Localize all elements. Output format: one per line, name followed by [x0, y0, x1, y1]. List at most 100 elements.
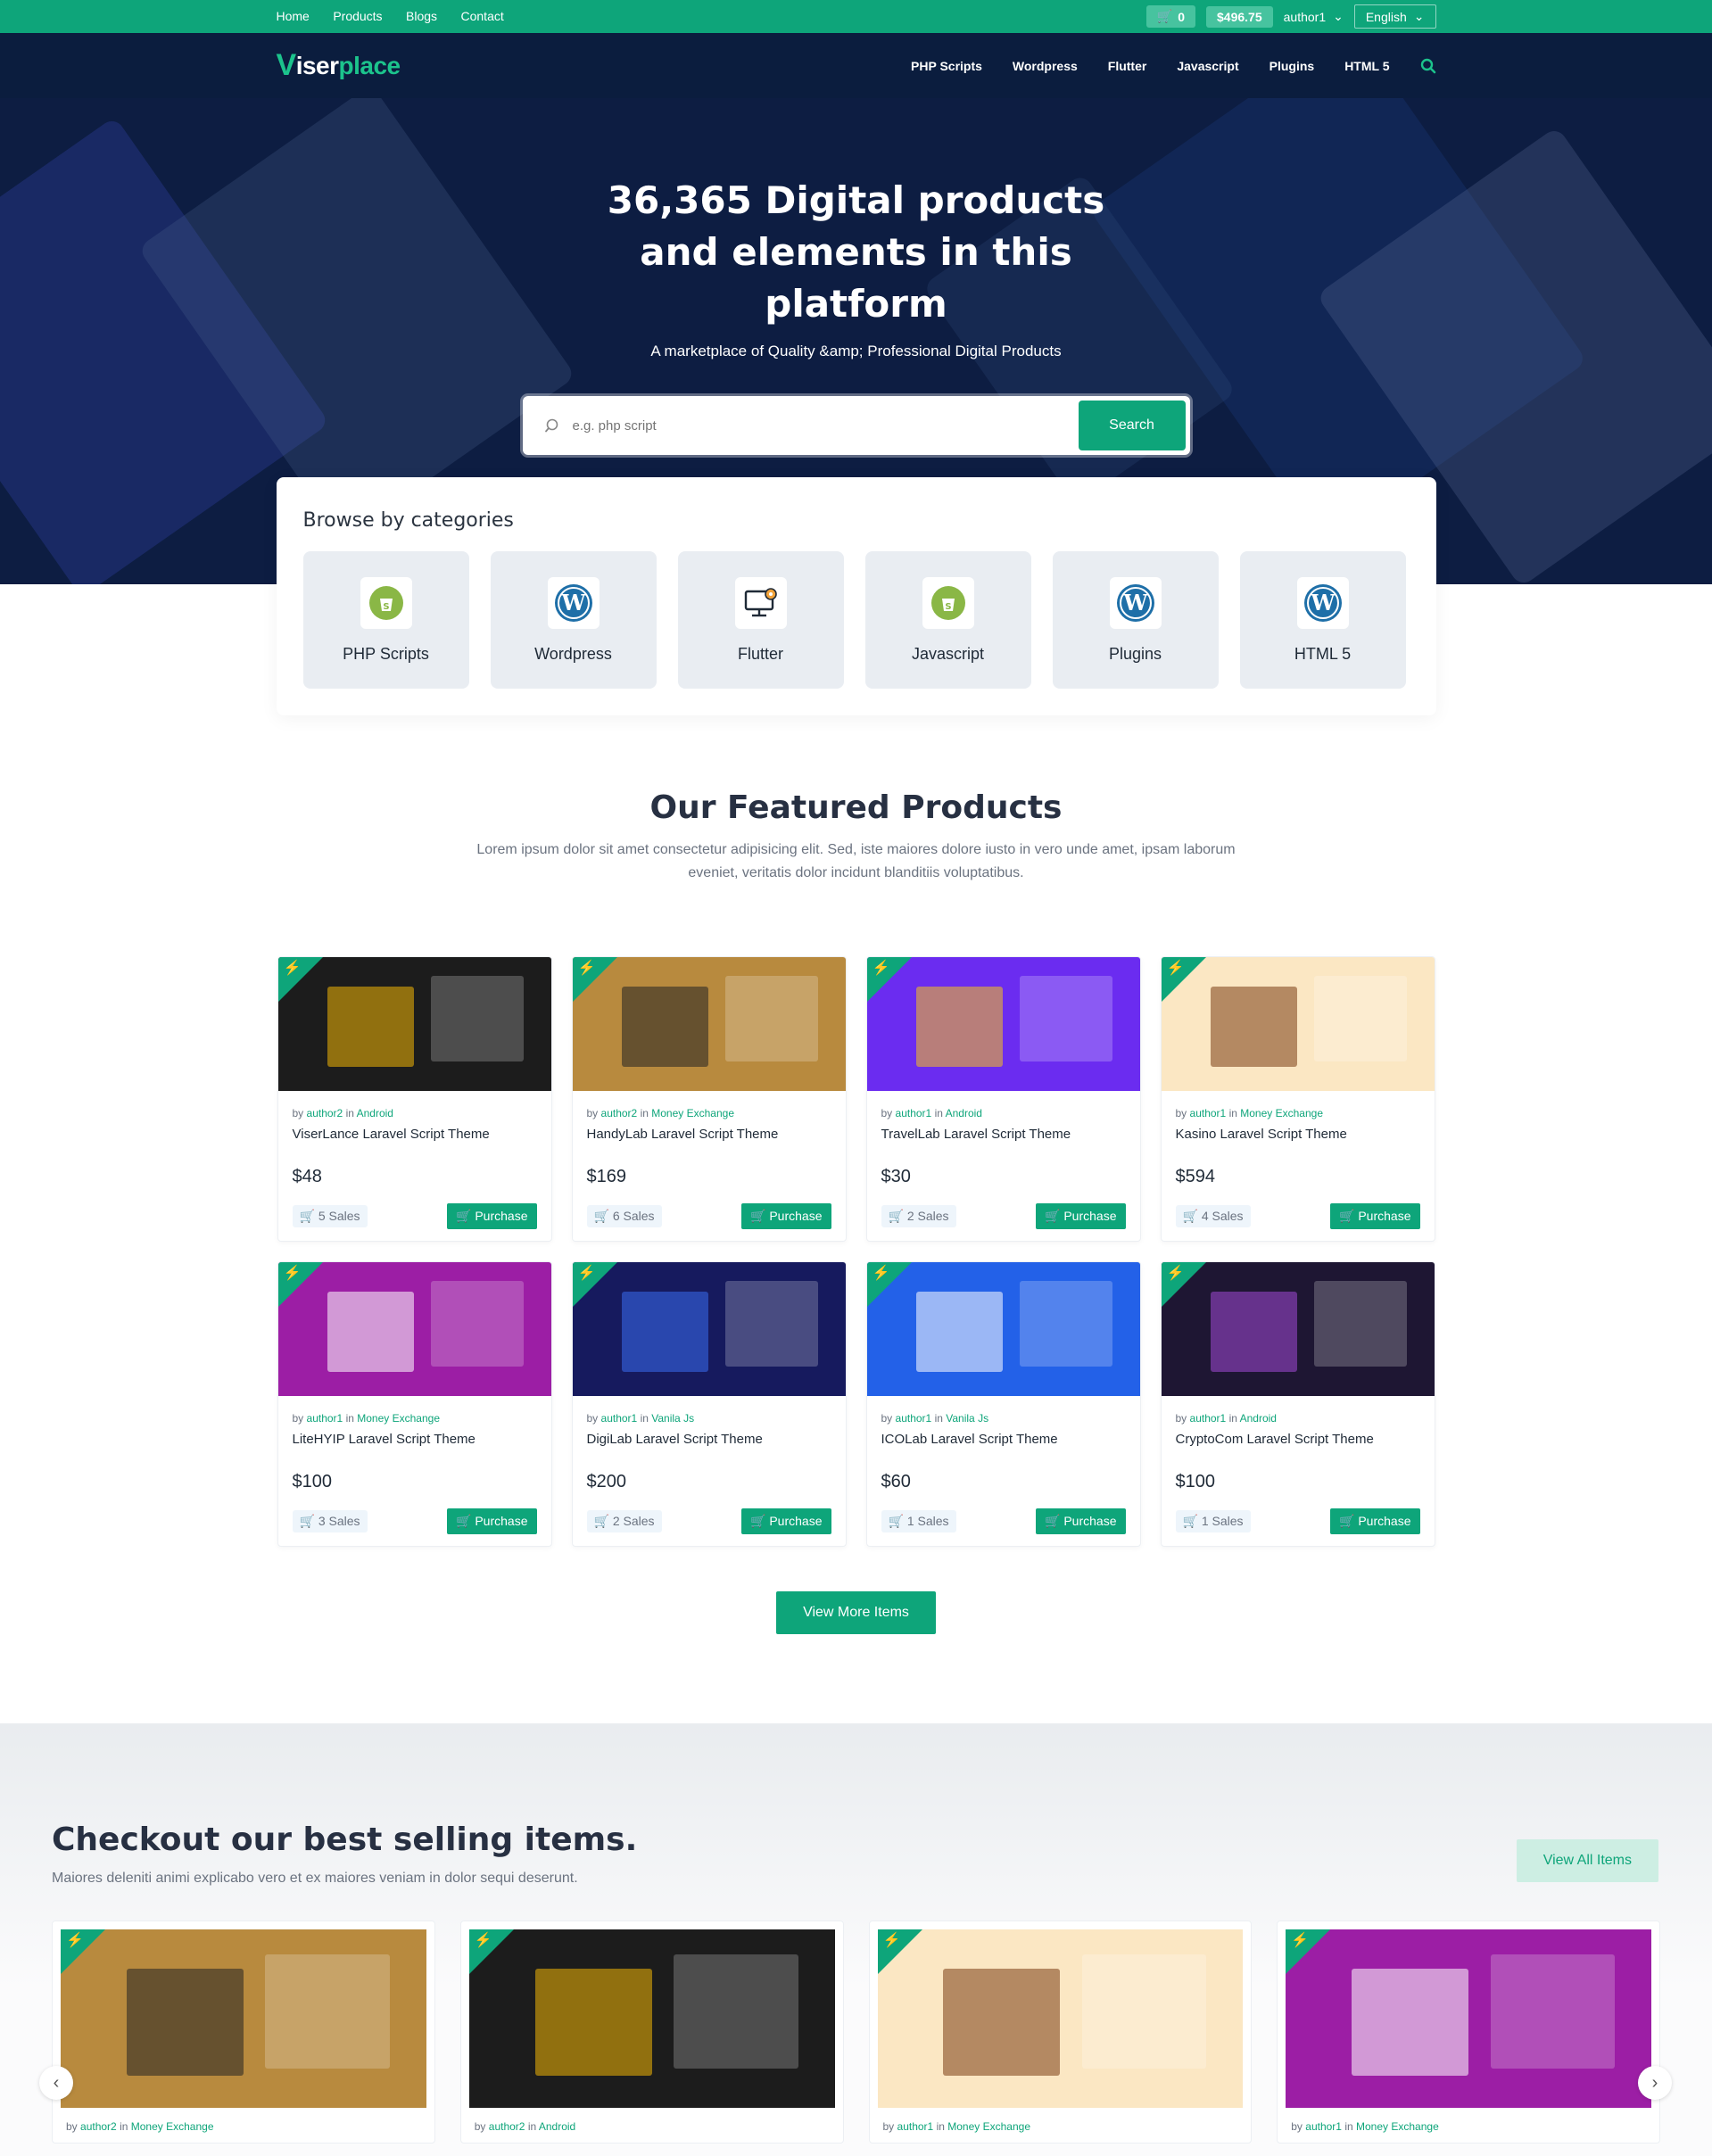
menu-wordpress[interactable]: Wordpress — [1013, 59, 1078, 73]
in-label: in — [936, 2120, 945, 2133]
menu-javascript[interactable]: Javascript — [1177, 59, 1238, 73]
product-author-link[interactable]: author2 — [489, 2120, 525, 2133]
product-thumbnail[interactable]: ⚡ — [1161, 1262, 1435, 1396]
category-wordpress[interactable]: W Wordpress — [490, 551, 657, 689]
product-category-link[interactable]: Money Exchange — [131, 2120, 214, 2133]
top-nav-home[interactable]: Home — [277, 9, 310, 23]
product-author-link[interactable]: author2 — [307, 1107, 343, 1119]
best-selling-card[interactable]: ⚡ by author1 in Money Exchange — [868, 1921, 1253, 2144]
product-card[interactable]: ⚡ by author1 in Android TravelLab Laravel … — [865, 956, 1141, 1242]
top-nav-products[interactable]: Products — [333, 9, 382, 23]
product-title[interactable]: HandyLab Laravel Script Theme — [587, 1127, 831, 1142]
product-card[interactable]: ⚡ by author1 in Money Exchange Kasino Lara… — [1160, 956, 1435, 1242]
product-thumbnail[interactable]: ⚡ — [468, 1929, 835, 2108]
product-category-link[interactable]: Money Exchange — [1356, 2120, 1439, 2133]
purchase-button[interactable]: 🛒 Purchase — [741, 1203, 831, 1229]
product-title[interactable]: Kasino Laravel Script Theme — [1176, 1127, 1420, 1142]
product-author-link[interactable]: author2 — [601, 1107, 638, 1119]
product-card[interactable]: ⚡ by author1 in Android CryptoCom Laravel … — [1160, 1261, 1435, 1547]
by-label: by — [474, 2120, 486, 2133]
product-card[interactable]: ⚡ by author1 in Money Exchange LiteHYIP La… — [277, 1261, 552, 1547]
product-author-link[interactable]: author1 — [1190, 1107, 1227, 1119]
menu-plugins[interactable]: Plugins — [1270, 59, 1315, 73]
product-category-link[interactable]: Android — [1240, 1412, 1277, 1425]
product-title[interactable]: ICOLab Laravel Script Theme — [881, 1432, 1126, 1447]
product-author-link[interactable]: author2 — [80, 2120, 117, 2133]
monitor-gear-icon — [734, 576, 787, 629]
product-author-link[interactable]: author1 — [896, 1412, 932, 1425]
by-label: by — [586, 1412, 599, 1425]
featured-badge: ⚡ — [1161, 957, 1206, 1002]
product-thumbnail[interactable]: ⚡ — [1161, 957, 1435, 1091]
product-title[interactable]: LiteHYIP Laravel Script Theme — [293, 1432, 537, 1447]
best-selling-card[interactable]: ⚡ by author2 in Money Exchange — [52, 1921, 435, 2144]
product-thumbnail[interactable]: ⚡ — [877, 1929, 1244, 2108]
product-author-link[interactable]: author1 — [1190, 1412, 1227, 1425]
product-author-link[interactable]: author1 — [896, 1107, 932, 1119]
product-category-link[interactable]: Android — [539, 2120, 575, 2133]
purchase-button[interactable]: 🛒 Purchase — [1330, 1508, 1420, 1534]
view-more-button[interactable]: View More Items — [776, 1591, 936, 1634]
product-thumbnail[interactable]: ⚡ — [572, 957, 846, 1091]
search-icon[interactable] — [1420, 58, 1436, 74]
product-card[interactable]: ⚡ by author1 in Vanila Js ICOLab Laravel S… — [865, 1261, 1141, 1547]
menu-php-scripts[interactable]: PHP Scripts — [911, 59, 982, 73]
product-author-link[interactable]: author1 — [1305, 2120, 1342, 2133]
hero-search-input[interactable] — [559, 417, 1079, 434]
purchase-button[interactable]: 🛒 Purchase — [447, 1203, 537, 1229]
product-title[interactable]: CryptoCom Laravel Script Theme — [1176, 1432, 1420, 1447]
product-card[interactable]: ⚡ by author2 in Android ViserLance Laravel… — [277, 956, 552, 1242]
product-card[interactable]: ⚡ by author1 in Vanila Js DigiLab Laravel … — [571, 1261, 847, 1547]
category-javascript[interactable]: S Javascript — [864, 551, 1031, 689]
product-thumbnail[interactable]: ⚡ — [277, 957, 551, 1091]
by-label: by — [66, 2120, 78, 2133]
menu-flutter[interactable]: Flutter — [1108, 59, 1147, 73]
product-category-link[interactable]: Money Exchange — [1240, 1107, 1323, 1119]
purchase-button[interactable]: 🛒 Purchase — [741, 1508, 831, 1534]
product-thumbnail[interactable]: ⚡ — [866, 957, 1140, 1091]
best-selling-card[interactable]: ⚡ by author2 in Android — [459, 1921, 844, 2144]
top-nav-blogs[interactable]: Blogs — [406, 9, 437, 23]
balance-badge[interactable]: $496.75 — [1206, 5, 1273, 28]
product-category-link[interactable]: Android — [357, 1107, 393, 1119]
product-card[interactable]: ⚡ by author2 in Money Exchange HandyLab La… — [571, 956, 847, 1242]
product-category-link[interactable]: Money Exchange — [947, 2120, 1030, 2133]
user-dropdown[interactable]: author1 ⌄ — [1284, 9, 1344, 24]
product-category-link[interactable]: Android — [946, 1107, 982, 1119]
product-title[interactable]: ViserLance Laravel Script Theme — [293, 1127, 537, 1142]
best-selling-card[interactable]: ⚡ by author1 in Money Exchange — [1277, 1921, 1660, 2144]
purchase-button[interactable]: 🛒 Purchase — [1330, 1203, 1420, 1229]
language-select[interactable]: English ⌄ — [1353, 4, 1436, 29]
category-plugins[interactable]: W Plugins — [1052, 551, 1219, 689]
purchase-button[interactable]: 🛒 Purchase — [1036, 1203, 1126, 1229]
product-thumbnail[interactable]: ⚡ — [866, 1262, 1140, 1396]
by-label: by — [881, 1107, 893, 1119]
top-nav-contact[interactable]: Contact — [461, 9, 504, 23]
product-category-link[interactable]: Vanila Js — [946, 1412, 988, 1425]
product-author-link[interactable]: author1 — [897, 2120, 934, 2133]
cart-button[interactable]: 🛒 0 — [1145, 5, 1196, 28]
product-author-link[interactable]: author1 — [601, 1412, 638, 1425]
product-meta: by author1 in Android — [1176, 1412, 1420, 1425]
category-flutter[interactable]: Flutter — [677, 551, 844, 689]
product-title[interactable]: DigiLab Laravel Script Theme — [587, 1432, 831, 1447]
carousel-prev-button[interactable]: ‹ — [39, 2066, 73, 2100]
category-html-5[interactable]: W HTML 5 — [1239, 551, 1406, 689]
product-title[interactable]: TravelLab Laravel Script Theme — [881, 1127, 1126, 1142]
product-thumbnail[interactable]: ⚡ — [1286, 1929, 1651, 2108]
product-thumbnail[interactable]: ⚡ — [61, 1929, 426, 2108]
product-thumbnail[interactable]: ⚡ — [277, 1262, 551, 1396]
product-category-link[interactable]: Money Exchange — [651, 1107, 734, 1119]
carousel-next-button[interactable]: › — [1638, 2066, 1672, 2100]
product-thumbnail[interactable]: ⚡ — [572, 1262, 846, 1396]
menu-html5[interactable]: HTML 5 — [1344, 59, 1389, 73]
view-all-button[interactable]: View All Items — [1516, 1839, 1658, 1882]
site-logo[interactable]: V iser place — [277, 48, 401, 83]
purchase-button[interactable]: 🛒 Purchase — [1036, 1508, 1126, 1534]
purchase-button[interactable]: 🛒 Purchase — [447, 1508, 537, 1534]
product-category-link[interactable]: Money Exchange — [357, 1412, 440, 1425]
category-php-scripts[interactable]: S PHP Scripts — [302, 551, 469, 689]
hero-search-button[interactable]: Search — [1078, 401, 1186, 450]
product-category-link[interactable]: Vanila Js — [651, 1412, 694, 1425]
product-author-link[interactable]: author1 — [307, 1412, 343, 1425]
